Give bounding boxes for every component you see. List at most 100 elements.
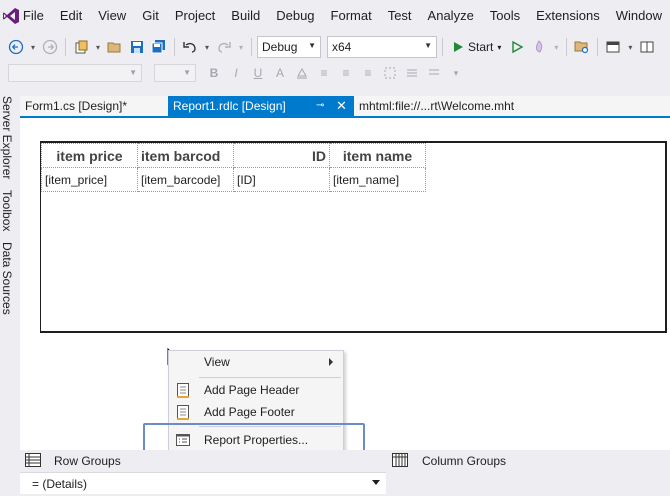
dropdown-arrow-icon[interactable]: ▾ bbox=[93, 37, 103, 57]
font-color-button[interactable]: A bbox=[270, 64, 290, 82]
menu-project[interactable]: Project bbox=[167, 0, 223, 32]
table-cell[interactable]: [item_barcode] bbox=[137, 167, 234, 192]
italic-button[interactable]: I bbox=[226, 64, 246, 82]
font-family-select[interactable]: ▼ bbox=[8, 64, 142, 82]
align-right-icon[interactable]: ≡ bbox=[358, 64, 378, 82]
report-design-surface[interactable]: item price item barcod ID item name [ite… bbox=[20, 118, 670, 450]
table-cell[interactable]: [item_price] bbox=[41, 167, 138, 192]
page-footer-icon bbox=[177, 405, 189, 420]
dropdown-arrow-icon[interactable]: ▾ bbox=[625, 37, 635, 57]
tab-form1-design[interactable]: Form1.cs [Design]* bbox=[20, 96, 168, 116]
visual-studio-logo-icon[interactable] bbox=[0, 0, 23, 32]
toolbox-tab[interactable]: Toolbox bbox=[0, 190, 14, 231]
find-in-files-icon[interactable] bbox=[572, 37, 592, 57]
save-icon[interactable] bbox=[127, 37, 147, 57]
dropdown-arrow-icon[interactable]: ▾ bbox=[497, 43, 501, 52]
tab-label: Form1.cs [Design]* bbox=[25, 99, 128, 113]
start-label: Start bbox=[468, 40, 494, 54]
table-cell[interactable]: item barcod bbox=[137, 143, 234, 168]
chevron-down-icon: ▼ bbox=[129, 68, 137, 77]
forward-icon[interactable] bbox=[40, 37, 60, 57]
underline-button[interactable]: U bbox=[248, 64, 268, 82]
menu-build[interactable]: Build bbox=[223, 0, 268, 32]
menu-analyze[interactable]: Analyze bbox=[420, 0, 482, 32]
menu-extensions[interactable]: Extensions bbox=[528, 0, 608, 32]
column-groups-icon bbox=[392, 453, 408, 467]
details-group-row[interactable]: = (Details) bbox=[20, 472, 386, 494]
toolbar-separator bbox=[251, 38, 252, 56]
redo-icon[interactable] bbox=[214, 37, 234, 57]
table-cell[interactable]: [item_name] bbox=[329, 167, 426, 192]
tab-label: Report1.rdlc [Design] bbox=[173, 99, 286, 113]
page-header-icon bbox=[177, 383, 189, 398]
table-cell[interactable]: item name bbox=[329, 143, 426, 168]
border-style-icon[interactable] bbox=[380, 64, 400, 82]
tab-report1-design[interactable]: Report1.rdlc [Design] ⊸ ✕ bbox=[168, 96, 354, 116]
menu-git[interactable]: Git bbox=[134, 0, 167, 32]
submenu-arrow-icon bbox=[329, 358, 333, 366]
report-tablix[interactable]: item price item barcod ID item name [ite… bbox=[41, 143, 426, 192]
menu-format[interactable]: Format bbox=[323, 0, 380, 32]
table-cell[interactable]: item price bbox=[41, 143, 138, 168]
toolbar-separator bbox=[174, 38, 175, 56]
background-color-icon[interactable] bbox=[292, 64, 312, 82]
align-center-icon[interactable]: ≡ bbox=[336, 64, 356, 82]
align-left-icon[interactable]: ≡ bbox=[314, 64, 334, 82]
dropdown-arrow-icon[interactable]: ▾ bbox=[236, 37, 246, 57]
chevron-down-icon[interactable] bbox=[372, 480, 380, 485]
back-icon[interactable] bbox=[6, 37, 26, 57]
close-icon[interactable]: ✕ bbox=[336, 96, 347, 116]
more-options-icon[interactable]: ▾ bbox=[446, 64, 466, 82]
pin-icon[interactable]: ⊸ bbox=[316, 96, 324, 116]
configuration-value: Debug bbox=[262, 40, 298, 54]
open-folder-icon[interactable] bbox=[105, 37, 125, 57]
details-group-label: = (Details) bbox=[32, 476, 88, 491]
platform-value: x64 bbox=[332, 40, 352, 54]
toolbar-separator bbox=[442, 38, 443, 56]
solution-platform-select[interactable]: x64 ▼ bbox=[327, 36, 437, 58]
server-explorer-tab[interactable]: Server Explorer bbox=[0, 96, 14, 179]
menu-item-add-page-footer[interactable]: Add Page Footer bbox=[169, 401, 343, 423]
menu-view[interactable]: View bbox=[90, 0, 134, 32]
table-cell[interactable]: ID bbox=[233, 143, 330, 168]
menu-edit[interactable]: Edit bbox=[52, 0, 90, 32]
border-width-icon[interactable] bbox=[402, 64, 422, 82]
start-debugging-button[interactable]: Start ▾ bbox=[448, 40, 505, 54]
toolbar-separator bbox=[597, 38, 599, 56]
dropdown-arrow-icon[interactable]: ▾ bbox=[202, 37, 212, 57]
bold-button[interactable]: B bbox=[204, 64, 224, 82]
font-size-select[interactable]: ▼ bbox=[154, 64, 196, 82]
solution-configuration-select[interactable]: Debug ▼ bbox=[257, 36, 321, 58]
hot-reload-icon[interactable] bbox=[529, 37, 549, 57]
menu-item-view[interactable]: View bbox=[169, 351, 343, 373]
menu-debug[interactable]: Debug bbox=[268, 0, 322, 32]
undo-icon[interactable] bbox=[180, 37, 200, 57]
layout-columns-icon[interactable] bbox=[637, 37, 657, 57]
menu-file[interactable]: File bbox=[23, 0, 52, 32]
tab-welcome-mht[interactable]: mhtml:file://...rt\Welcome.mht bbox=[354, 96, 670, 116]
dropdown-arrow-icon[interactable]: ▾ bbox=[28, 37, 38, 57]
document-tabs: Form1.cs [Design]* Report1.rdlc [Design]… bbox=[20, 96, 670, 116]
layout-window-icon[interactable] bbox=[603, 37, 623, 57]
tab-label: mhtml:file://...rt\Welcome.mht bbox=[359, 99, 515, 113]
standard-toolbar: ▾ ▾ ▾ ▾ Debug ▼ x64 ▼ Start ▾ ▾ ▾ bbox=[0, 33, 670, 61]
menu-window[interactable]: Window bbox=[608, 0, 670, 32]
menu-bar: File Edit View Git Project Build Debug F… bbox=[0, 0, 670, 32]
start-without-debugging-icon[interactable] bbox=[507, 37, 527, 57]
report-formatting-toolbar: ▼ ▼ B I U A ≡ ≡ ≡ ▾ bbox=[0, 62, 670, 84]
new-project-icon[interactable] bbox=[71, 37, 91, 57]
border-color-icon[interactable] bbox=[424, 64, 444, 82]
table-header-row: item price item barcod ID item name bbox=[41, 143, 426, 168]
toolbar-separator bbox=[566, 38, 568, 56]
data-sources-tab[interactable]: Data Sources bbox=[0, 242, 14, 315]
menu-item-add-page-header[interactable]: Add Page Header bbox=[169, 379, 343, 401]
row-groups-icon bbox=[25, 453, 41, 467]
report-body[interactable]: item price item barcod ID item name [ite… bbox=[40, 141, 667, 333]
table-cell[interactable]: [ID] bbox=[233, 167, 330, 192]
save-all-icon[interactable] bbox=[149, 37, 169, 57]
menu-tools[interactable]: Tools bbox=[482, 0, 528, 32]
menu-test[interactable]: Test bbox=[380, 0, 420, 32]
dropdown-arrow-icon[interactable]: ▾ bbox=[551, 37, 561, 57]
column-groups-label: Column Groups bbox=[422, 454, 507, 468]
chevron-down-icon: ▼ bbox=[183, 68, 191, 77]
